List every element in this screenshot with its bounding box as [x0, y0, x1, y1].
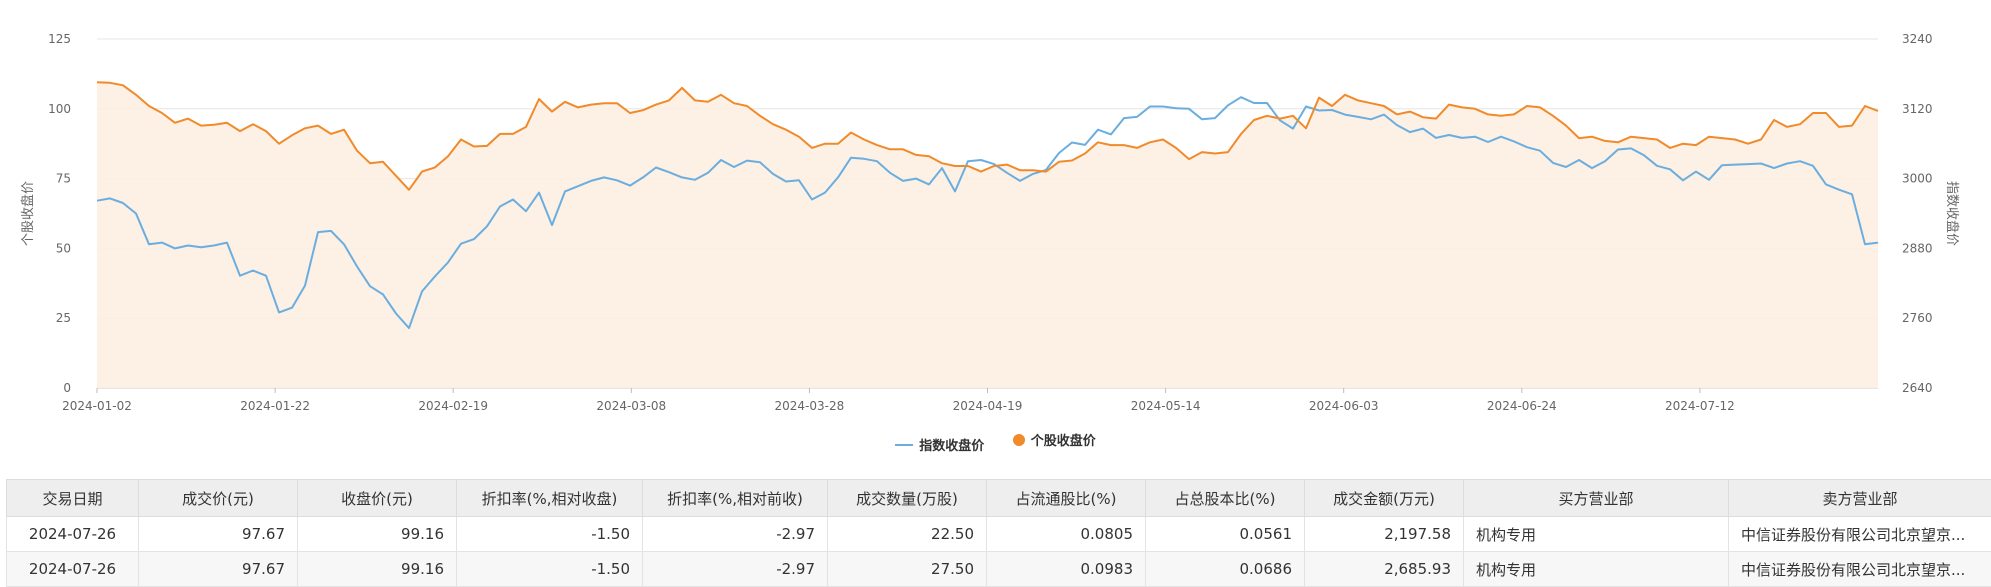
x-tick-label: 2024-06-24 — [1487, 399, 1557, 413]
stock-area-fill — [97, 82, 1878, 388]
x-tick-label: 2024-03-28 — [775, 399, 845, 413]
x-tick-label: 2024-03-08 — [596, 399, 666, 413]
y-right-tick: 3000 — [1902, 172, 1933, 186]
cell-close-price: 99.16 — [298, 517, 457, 552]
cell-volume: 22.50 — [828, 517, 987, 552]
col-header[interactable]: 收盘价(元) — [298, 480, 457, 517]
x-tick-label: 2024-06-03 — [1309, 399, 1379, 413]
table-header-row: 交易日期 成交价(元) 收盘价(元) 折扣率(%,相对收盘) 折扣率(%,相对前… — [7, 480, 1991, 517]
cell-discount-close: -1.50 — [457, 517, 643, 552]
table-row[interactable]: 2024-07-26 97.67 99.16 -1.50 -2.97 22.50… — [7, 517, 1991, 552]
cell-total-ratio: 0.0561 — [1146, 517, 1305, 552]
y-left-tick: 25 — [56, 311, 71, 325]
y-left-label: 个股收盘价 — [20, 181, 36, 246]
legend-dot-icon — [1013, 434, 1025, 446]
cell-date: 2024-07-26 — [7, 552, 139, 587]
cell-buyer[interactable]: 机构专用 — [1464, 517, 1729, 552]
col-header[interactable]: 成交金额(万元) — [1305, 480, 1464, 517]
legend-label-index: 指数收盘价 — [919, 435, 984, 454]
x-tick-label: 2024-07-12 — [1665, 399, 1735, 413]
cell-total-ratio: 0.0686 — [1146, 552, 1305, 587]
col-header[interactable]: 买方营业部 — [1464, 480, 1729, 517]
y-left-tick: 75 — [56, 172, 71, 186]
x-tick-label: 2024-05-14 — [1131, 399, 1201, 413]
cell-date: 2024-07-26 — [7, 517, 139, 552]
y-left-tick: 50 — [56, 241, 71, 255]
cell-trade-price: 97.67 — [139, 517, 298, 552]
y-right-tick: 3240 — [1902, 32, 1933, 46]
legend-item-index[interactable]: 指数收盘价 — [895, 435, 984, 454]
x-tick-label: 2024-01-02 — [62, 399, 132, 413]
cell-discount-prev: -2.97 — [643, 552, 828, 587]
block-trade-table: 交易日期 成交价(元) 收盘价(元) 折扣率(%,相对收盘) 折扣率(%,相对前… — [6, 479, 1991, 587]
col-header[interactable]: 占总股本比(%) — [1146, 480, 1305, 517]
cell-discount-prev: -2.97 — [643, 517, 828, 552]
cell-volume: 27.50 — [828, 552, 987, 587]
cell-discount-close: -1.50 — [457, 552, 643, 587]
stock-area — [97, 82, 1878, 388]
col-header[interactable]: 折扣率(%,相对收盘) — [457, 480, 643, 517]
x-tick-label: 2024-01-22 — [240, 399, 310, 413]
col-header[interactable]: 交易日期 — [7, 480, 139, 517]
y-right-tick: 2640 — [1902, 381, 1933, 395]
y-right-label: 指数收盘价 — [1944, 181, 1960, 246]
legend-label-stock: 个股收盘价 — [1031, 430, 1096, 449]
col-header[interactable]: 折扣率(%,相对前收) — [643, 480, 828, 517]
table-row[interactable]: 2024-07-26 97.67 99.16 -1.50 -2.97 27.50… — [7, 552, 1991, 587]
chart-legend: 指数收盘价 个股收盘价 — [0, 430, 1991, 454]
cell-float-ratio: 0.0805 — [987, 517, 1146, 552]
x-tick-label: 2024-02-19 — [418, 399, 488, 413]
cell-seller[interactable]: 中信证券股份有限公司北京望京... — [1729, 552, 1991, 587]
price-chart: 0 25 50 75 100 125 2640 2760 2880 3000 3120 3240 个股收… — [0, 0, 1991, 470]
cell-close-price: 99.16 — [298, 552, 457, 587]
y-left-tick: 100 — [48, 102, 71, 116]
cell-float-ratio: 0.0983 — [987, 552, 1146, 587]
x-tick-label: 2024-04-19 — [953, 399, 1023, 413]
cell-seller[interactable]: 中信证券股份有限公司北京望京... — [1729, 517, 1991, 552]
y-right-tick: 2760 — [1902, 311, 1933, 325]
col-header[interactable]: 卖方营业部 — [1729, 480, 1991, 517]
col-header[interactable]: 成交价(元) — [139, 480, 298, 517]
y-left-tick: 0 — [63, 381, 71, 395]
legend-item-stock[interactable]: 个股收盘价 — [1013, 430, 1096, 449]
y-left-tick: 125 — [48, 32, 71, 46]
y-right-tick: 2880 — [1902, 241, 1933, 255]
y-right-tick: 3120 — [1902, 102, 1933, 116]
col-header[interactable]: 成交数量(万股) — [828, 480, 987, 517]
cell-trade-price: 97.67 — [139, 552, 298, 587]
col-header[interactable]: 占流通股比(%) — [987, 480, 1146, 517]
cell-buyer[interactable]: 机构专用 — [1464, 552, 1729, 587]
cell-amount: 2,685.93 — [1305, 552, 1464, 587]
legend-line-icon — [895, 444, 913, 446]
cell-amount: 2,197.58 — [1305, 517, 1464, 552]
